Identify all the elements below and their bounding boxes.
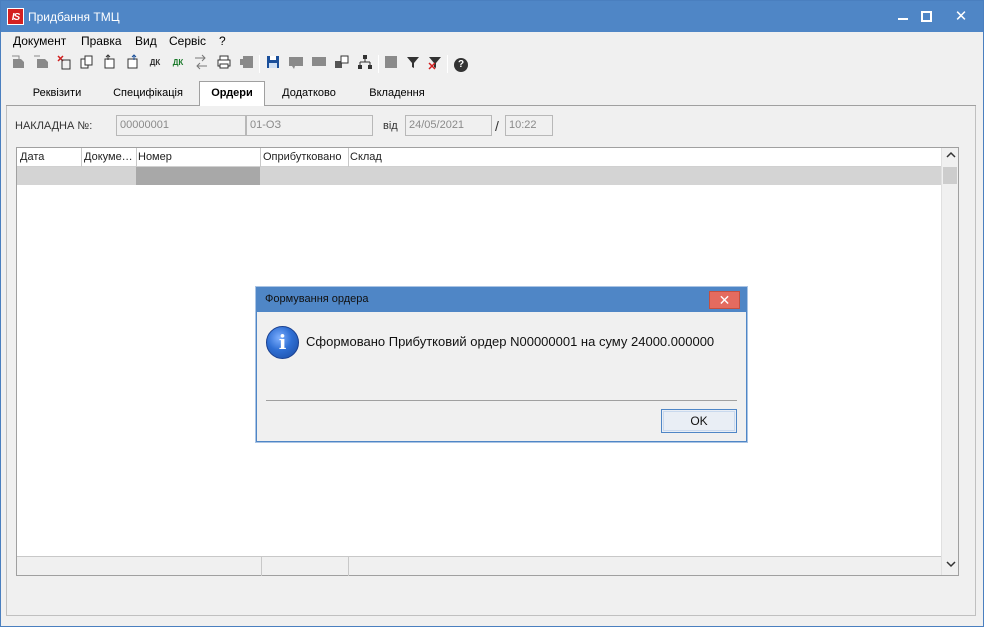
dk-posting-icon[interactable]: ДК [146,54,164,72]
scroll-down-icon[interactable] [942,557,959,574]
column-separator [81,148,82,167]
select-all-icon[interactable] [382,54,400,72]
ok-button-label: OK [690,414,708,428]
dk-label: ДК [172,58,184,67]
tab-additional[interactable]: Додатково [272,84,346,106]
tab-specification[interactable]: Специфікація [106,84,190,106]
column-separator [260,148,261,167]
close-icon: ✕ [718,292,731,308]
maximize-button[interactable] [912,1,940,32]
transfer-icon[interactable] [192,54,210,72]
window-title: Придбання ТМЦ [28,10,120,24]
dk-posting-green-icon[interactable]: ДК [169,54,187,72]
scroll-up-icon[interactable] [942,148,959,165]
info-icon: i [266,326,299,359]
main-window: IS Придбання ТМЦ ✕ Документ Правка Вид С… [0,0,984,627]
comment-icon[interactable] [287,54,305,72]
column-number[interactable]: Номер [138,151,258,163]
export-icon[interactable] [124,54,142,72]
table-row[interactable] [17,167,941,185]
title-bar[interactable]: IS Придбання ТМЦ ✕ [1,1,983,32]
vertical-scrollbar[interactable] [941,148,958,575]
filter-icon[interactable] [404,54,422,72]
menu-edit[interactable]: Правка [81,34,122,48]
menu-bar: Документ Правка Вид Сервіс ? [1,32,983,50]
save-icon[interactable] [264,54,282,72]
dialog-title-bar[interactable]: Формування ордера ✕ [257,288,746,312]
footer-separator [261,557,262,576]
duplicate-icon[interactable] [78,54,96,72]
dialog-close-button[interactable]: ✕ [709,291,740,309]
print-icon[interactable] [215,54,233,72]
help-glyph: ? [454,58,468,72]
column-document[interactable]: Докуме… [84,151,136,163]
toolbar-separator [447,55,448,73]
menu-help[interactable]: ? [219,34,226,48]
close-icon: ✕ [954,8,968,25]
minimize-icon [898,18,908,21]
column-separator [136,148,137,167]
column-warehouse[interactable]: Склад [350,151,430,163]
footer-separator [348,557,349,576]
note-icon[interactable] [310,54,328,72]
copy-document-icon[interactable] [32,54,50,72]
column-date[interactable]: Дата [20,151,80,163]
clear-filter-icon[interactable] [426,54,444,72]
date-time-separator: / [495,118,499,134]
order-formation-dialog: Формування ордера ✕ i Сформовано Прибутк… [256,287,747,442]
link-documents-icon[interactable] [333,54,351,72]
help-icon[interactable]: ? [452,54,470,72]
toolbar-separator [259,55,260,73]
grid-header: Дата Докуме… Номер Оприбутковано Склад [17,148,941,167]
dialog-separator [266,400,737,401]
tab-orders[interactable]: Ордери [199,81,265,106]
invoice-code-field: 01-ОЗ [246,115,373,136]
tab-bar: Реквізити Специфікація Ордери Додатково … [6,80,976,106]
close-button[interactable]: ✕ [947,1,975,32]
column-posted[interactable]: Оприбутковано [263,151,349,163]
dialog-title: Формування ордера [265,293,369,305]
maximize-icon [920,10,932,22]
scroll-thumb[interactable] [943,167,957,184]
tab-requisites[interactable]: Реквізити [12,84,102,106]
toolbar-separator [378,55,379,73]
app-logo-icon: IS [7,8,24,25]
preview-icon[interactable] [238,54,256,72]
selected-cell[interactable] [136,167,260,185]
delete-document-icon[interactable] [55,54,73,72]
menu-view[interactable]: Вид [135,34,157,48]
menu-document[interactable]: Документ [13,34,66,48]
grid-footer [17,556,941,576]
invoice-number-field: 00000001 [116,115,246,136]
hierarchy-icon[interactable] [356,54,374,72]
time-field: 10:22 [505,115,553,136]
date-label: від [383,120,398,132]
ok-button[interactable]: OK [661,409,737,433]
tab-attachments[interactable]: Вкладення [362,84,432,106]
import-icon[interactable] [101,54,119,72]
menu-service[interactable]: Сервіс [169,34,206,48]
toolbar: ДК ДК ? [1,52,983,74]
date-field: 24/05/2021 [405,115,492,136]
new-document-icon[interactable] [9,54,27,72]
dk-label: ДК [149,58,161,67]
column-separator [348,148,349,167]
dialog-message: Сформовано Прибутковий ордер N00000001 н… [306,334,715,349]
invoice-label: НАКЛАДНА №: [15,120,93,132]
